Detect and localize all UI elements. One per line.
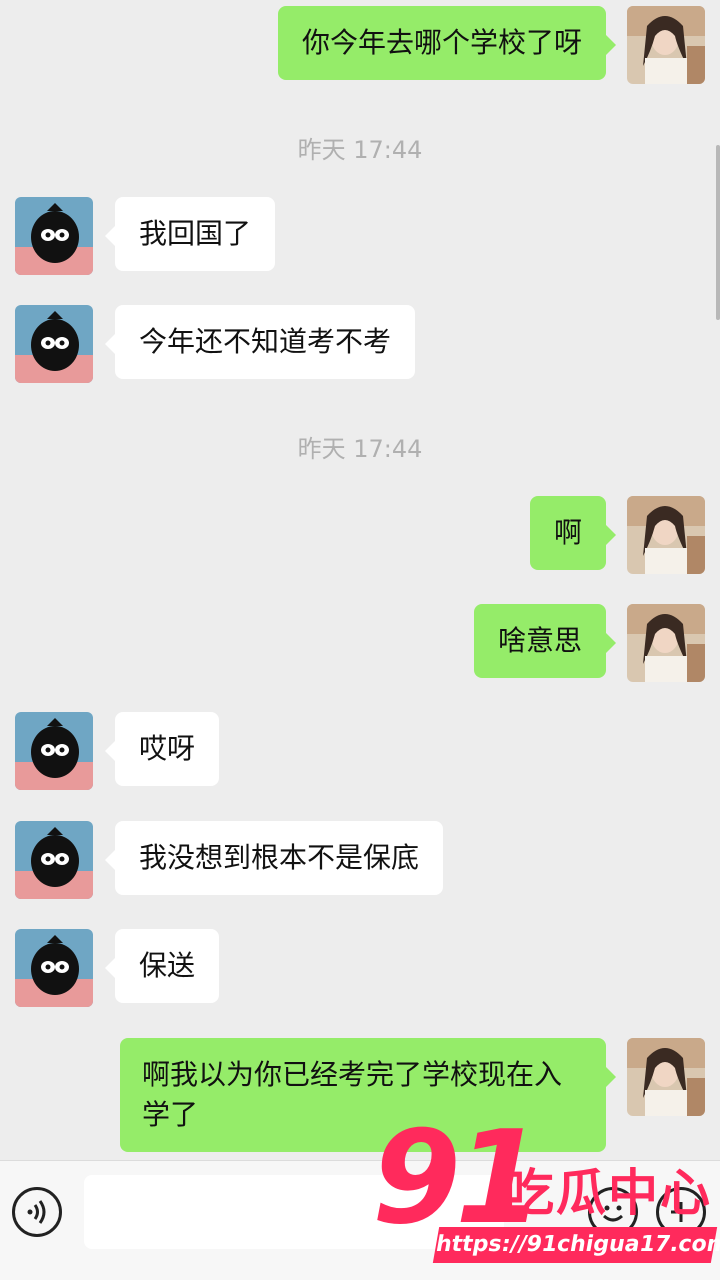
voice-icon: [27, 1200, 46, 1224]
message-bubble-received[interactable]: 我回国了: [104, 197, 276, 271]
message-row: 我回国了: [0, 197, 720, 275]
self-avatar[interactable]: [627, 496, 705, 574]
woman-photo-avatar-icon: [627, 604, 705, 682]
message-bubble-sent[interactable]: 啊: [529, 496, 617, 570]
contact-avatar[interactable]: [15, 821, 93, 899]
message-bubble-received[interactable]: 今年还不知道考不考: [104, 305, 416, 379]
self-avatar[interactable]: [627, 6, 705, 84]
watermark-url: https://91chigua17.com: [432, 1227, 720, 1263]
woman-photo-avatar-icon: [627, 1038, 705, 1116]
black-bag-character-icon: [15, 197, 93, 275]
watermark-text: 吃瓜中心: [504, 1164, 712, 1222]
contact-avatar[interactable]: [15, 712, 93, 790]
message-row: 哎呀: [0, 712, 720, 790]
message-bubble-sent[interactable]: 你今年去哪个学校了呀: [277, 6, 617, 80]
watermark: 91 吃瓜中心 https://91chigua17.com: [372, 1115, 720, 1275]
contact-avatar[interactable]: [15, 929, 93, 1007]
self-avatar[interactable]: [627, 1038, 705, 1116]
contact-avatar[interactable]: [15, 197, 93, 275]
message-row: 保送: [0, 929, 720, 1007]
message-row: 你今年去哪个学校了呀: [0, 6, 720, 84]
message-row: 我没想到根本不是保底: [0, 821, 720, 899]
black-bag-character-icon: [15, 821, 93, 899]
message-row: 啊: [0, 496, 720, 574]
message-bubble-received[interactable]: 我没想到根本不是保底: [104, 821, 444, 895]
message-row: 啥意思: [0, 604, 720, 682]
message-bubble-sent[interactable]: 啥意思: [473, 604, 617, 678]
timestamp: 昨天 17:44: [297, 435, 423, 463]
voice-button[interactable]: [12, 1187, 62, 1237]
chat-area[interactable]: 你今年去哪个学校了呀 昨天 17:44 我回国了 今年还不知道考不考 昨天 17…: [0, 0, 720, 1160]
contact-avatar[interactable]: [15, 305, 93, 383]
black-bag-character-icon: [15, 305, 93, 383]
scrollbar[interactable]: [716, 145, 720, 320]
woman-photo-avatar-icon: [627, 6, 705, 84]
black-bag-character-icon: [15, 712, 93, 790]
message-bubble-received[interactable]: 保送: [104, 929, 220, 1003]
timestamp: 昨天 17:44: [297, 136, 423, 164]
message-bubble-received[interactable]: 哎呀: [104, 712, 220, 786]
woman-photo-avatar-icon: [627, 496, 705, 574]
message-row: 今年还不知道考不考: [0, 305, 720, 383]
self-avatar[interactable]: [627, 604, 705, 682]
black-bag-character-icon: [15, 929, 93, 1007]
